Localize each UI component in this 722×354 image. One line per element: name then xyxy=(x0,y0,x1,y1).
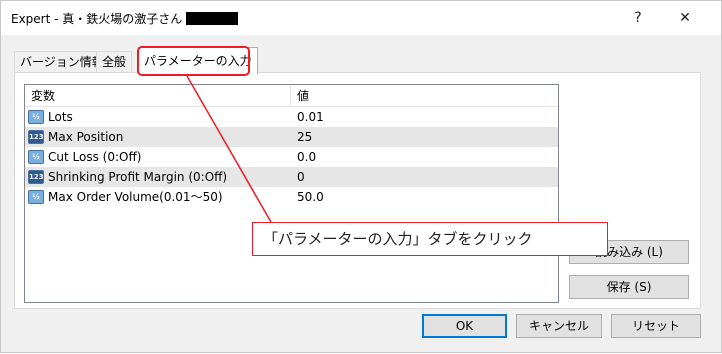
row-name-cell: ½ Cut Loss (0:Off) xyxy=(25,147,290,167)
column-header-value[interactable]: 値 xyxy=(291,85,309,107)
row-name-cell: ½ Max Order Volume(0.01～50) xyxy=(25,187,290,207)
parameter-value[interactable]: 50.0 xyxy=(291,187,324,207)
integer-type-icon: 123 xyxy=(28,130,44,144)
reset-button[interactable]: リセット xyxy=(611,314,701,338)
cancel-button[interactable]: キャンセル xyxy=(516,314,602,338)
instruction-callout: 「パラメーターの入力」タブをクリック xyxy=(252,222,608,256)
close-button[interactable]: ✕ xyxy=(662,1,708,35)
ok-button[interactable]: OK xyxy=(422,314,507,338)
parameter-name: Cut Loss (0:Off) xyxy=(48,150,142,164)
double-type-icon: ½ xyxy=(28,150,44,164)
integer-type-icon: 123 xyxy=(28,170,44,184)
table-row[interactable]: 123 Max Position 25 xyxy=(25,127,558,147)
list-header: 変数 値 xyxy=(25,85,558,107)
expert-properties-dialog: Expert - 真・鉄火場の激子さん ? ✕ バージョン情報 全般 パラメータ… xyxy=(0,0,722,353)
table-row[interactable]: ½ Cut Loss (0:Off) 0.0 xyxy=(25,147,558,167)
parameter-list[interactable]: 変数 値 ½ Lots 0.01 123 Max Position 25 ½ C… xyxy=(24,84,559,303)
table-row[interactable]: 123 Shrinking Profit Margin (0:Off) 0 xyxy=(25,167,558,187)
parameter-name: Max Order Volume(0.01～50) xyxy=(48,190,223,204)
parameter-value[interactable]: 0.01 xyxy=(291,107,324,127)
double-type-icon: ½ xyxy=(28,190,44,204)
column-header-variable[interactable]: 変数 xyxy=(25,85,55,107)
save-button[interactable]: 保存 (S) xyxy=(569,275,689,299)
table-row[interactable]: ½ Lots 0.01 xyxy=(25,107,558,127)
row-name-cell: 123 Max Position xyxy=(25,127,290,147)
window-title: Expert - 真・鉄火場の激子さん xyxy=(11,10,239,27)
help-button[interactable]: ? xyxy=(615,1,661,35)
table-row[interactable]: ½ Max Order Volume(0.01～50) 50.0 xyxy=(25,187,558,207)
parameter-value[interactable]: 0 xyxy=(291,167,305,187)
parameter-value[interactable]: 25 xyxy=(291,127,312,147)
parameter-name: Shrinking Profit Margin (0:Off) xyxy=(48,170,228,184)
window-title-text: Expert - 真・鉄火場の激子さん xyxy=(11,12,183,26)
tab-highlight-box xyxy=(137,46,250,76)
tab-general[interactable]: 全般 xyxy=(96,51,133,73)
redaction-bar xyxy=(186,12,239,25)
parameter-name: Lots xyxy=(48,110,73,124)
row-name-cell: ½ Lots xyxy=(25,107,290,127)
double-type-icon: ½ xyxy=(28,110,44,124)
row-name-cell: 123 Shrinking Profit Margin (0:Off) xyxy=(25,167,290,187)
parameter-name: Max Position xyxy=(48,130,124,144)
parameter-value[interactable]: 0.0 xyxy=(291,147,316,167)
title-bar: Expert - 真・鉄火場の激子さん ? ✕ xyxy=(1,1,721,35)
